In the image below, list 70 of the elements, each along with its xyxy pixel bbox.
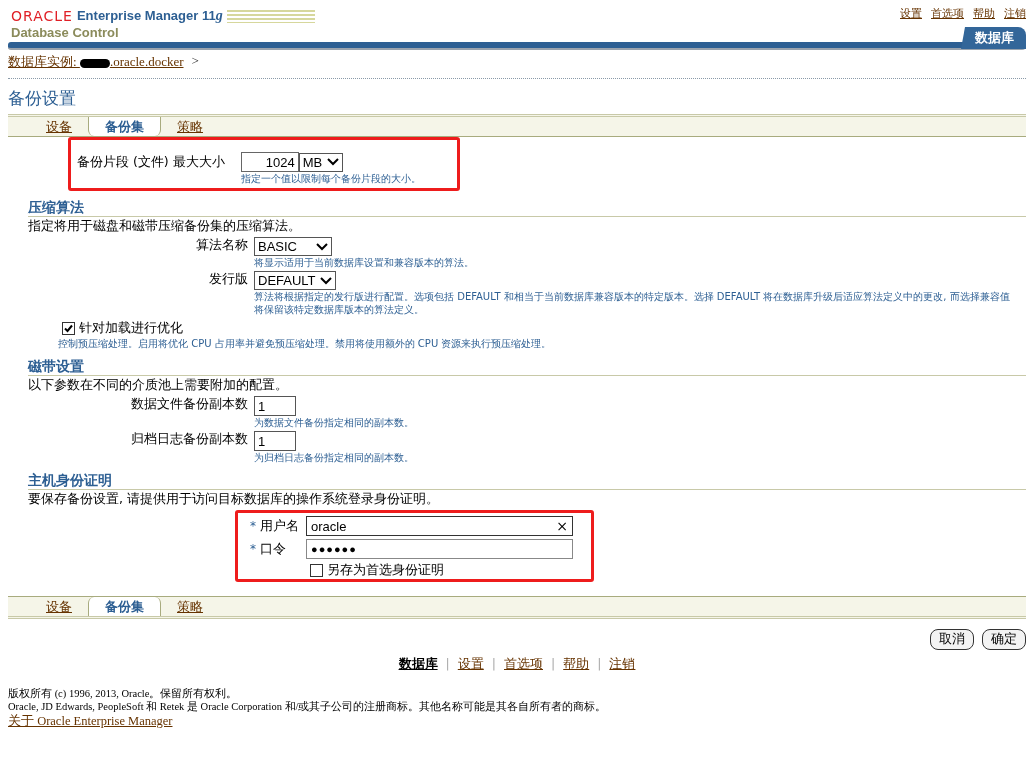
section-description: 要保存备份设置, 请提供用于访问目标数据库的操作系统登录身份证明。 bbox=[28, 491, 440, 508]
cancel-button[interactable]: 取消 bbox=[930, 629, 974, 650]
redaction-mark bbox=[79, 58, 110, 68]
stripes-icon bbox=[226, 9, 315, 23]
breadcrumb-link[interactable]: 数据库实例: .oracle.docker bbox=[8, 53, 184, 71]
section-heading: 主机身份证明 bbox=[28, 472, 1026, 490]
section-description: 指定将用于磁盘和磁带压缩备份集的压缩算法。 bbox=[28, 218, 302, 235]
unit-select[interactable]: MB bbox=[298, 152, 343, 172]
field-label: 用户名 bbox=[260, 517, 300, 535]
link-separator: | bbox=[551, 656, 556, 673]
field-hint: 为归档日志备份指定相同的副本数。 bbox=[254, 451, 415, 464]
footer-link[interactable]: 数据库 bbox=[398, 656, 438, 673]
size-field[interactable]: 1024 bbox=[240, 152, 299, 172]
field-label: 归档日志备份副本数 bbox=[130, 431, 248, 448]
caret-icon bbox=[319, 276, 332, 285]
caret-icon bbox=[326, 158, 339, 166]
product-name: Enterprise Manager 11g bbox=[76, 8, 223, 24]
field-label: 发行版 bbox=[208, 271, 248, 288]
field-hint: 为数据文件备份指定相同的副本数。 bbox=[254, 416, 415, 429]
required-mark: * bbox=[249, 519, 256, 533]
field-hint: 将显示适用于当前数据库设置和兼容版本的算法。 bbox=[254, 256, 475, 269]
checkbox-label: 针对加载进行优化 bbox=[79, 320, 183, 337]
about-link[interactable]: 关于 Oracle Enterprise Manager bbox=[8, 713, 173, 730]
select-field[interactable]: DEFAULT bbox=[254, 271, 336, 290]
database-tab[interactable]: 数据库 bbox=[961, 27, 1026, 49]
tab[interactable]: 备份集 bbox=[88, 597, 161, 616]
oracle-logo: ORACLE bbox=[11, 8, 73, 24]
field-label: 备份片段 (文件) 最大大小 bbox=[77, 153, 225, 171]
copies-field[interactable]: 1 bbox=[254, 431, 296, 451]
link-separator: | bbox=[445, 656, 450, 673]
password-field[interactable]: ●●●●●● bbox=[306, 539, 573, 559]
checkbox-hint: 控制预压缩处理。启用将优化 CPU 占用率并避免预压缩处理。禁用将使用额外的 CPU 资源来执行预压缩处理。 bbox=[58, 337, 553, 350]
username-field[interactable]: oracle × bbox=[306, 516, 573, 536]
section-heading: 磁带设置 bbox=[28, 358, 1026, 376]
field-label: 数据文件备份副本数 bbox=[130, 396, 248, 413]
link-separator: | bbox=[491, 656, 496, 673]
header-link[interactable]: 帮助 bbox=[973, 6, 995, 21]
checkbox[interactable] bbox=[62, 322, 75, 335]
caret-icon bbox=[316, 242, 328, 251]
copyright-text: Oracle, JD Edwards, PeopleSoft 和 Retek 是 Oracle Corporation 和/或其子公司的注册商标。其他名称可能是其各自所有者的商标。 bbox=[8, 700, 608, 713]
breadcrumb-separator: > bbox=[191, 53, 199, 70]
copyright-text: 版权所有 (c) 1996, 2013, Oracle。保留所有权利。 bbox=[8, 687, 239, 700]
header-link[interactable]: 注销 bbox=[1004, 6, 1026, 21]
ok-button[interactable]: 确定 bbox=[982, 629, 1026, 650]
field-hint: 指定一个值以限制每个备份片段的大小。 bbox=[241, 172, 422, 185]
tab[interactable]: 备份集 bbox=[88, 117, 161, 136]
field-hint: 算法将根据指定的发行版进行配置。选项包括 DEFAULT 和相当于当前数据库兼容版本的特定版本。选择 DEFAULT 将在数据库升级后适应算法定义中的更改, 而选择兼容值将保留该特定数据库版本的算法定义。 bbox=[254, 290, 1011, 316]
required-mark: * bbox=[249, 542, 256, 556]
link-separator: | bbox=[597, 656, 602, 673]
copies-field[interactable]: 1 bbox=[254, 396, 296, 416]
page-title: 备份设置 bbox=[8, 87, 77, 110]
tab[interactable]: 策略 bbox=[161, 597, 219, 616]
product-subtitle: Database Control bbox=[11, 25, 120, 40]
section-description: 以下参数在不同的介质池上需要附加的配置。 bbox=[28, 377, 289, 394]
header-link[interactable]: 首选项 bbox=[931, 6, 964, 21]
tab[interactable]: 设备 bbox=[30, 597, 88, 616]
header-link[interactable]: 设置 bbox=[900, 6, 922, 21]
checkbox[interactable] bbox=[310, 564, 323, 577]
field-label: 口令 bbox=[260, 540, 287, 558]
select-field[interactable]: BASIC bbox=[254, 237, 332, 256]
field-label: 算法名称 bbox=[195, 237, 248, 254]
clear-button[interactable]: × bbox=[556, 518, 568, 534]
footer-link[interactable]: 首选项 bbox=[504, 656, 543, 673]
tab[interactable]: 策略 bbox=[161, 117, 219, 136]
footer-link[interactable]: 设置 bbox=[457, 656, 484, 673]
section-heading: 压缩算法 bbox=[28, 199, 1026, 217]
footer-link[interactable]: 帮助 bbox=[563, 656, 590, 673]
checkbox-label: 另存为首选身份证明 bbox=[327, 562, 444, 579]
footer-link[interactable]: 注销 bbox=[609, 656, 636, 673]
tab[interactable]: 设备 bbox=[30, 117, 88, 136]
